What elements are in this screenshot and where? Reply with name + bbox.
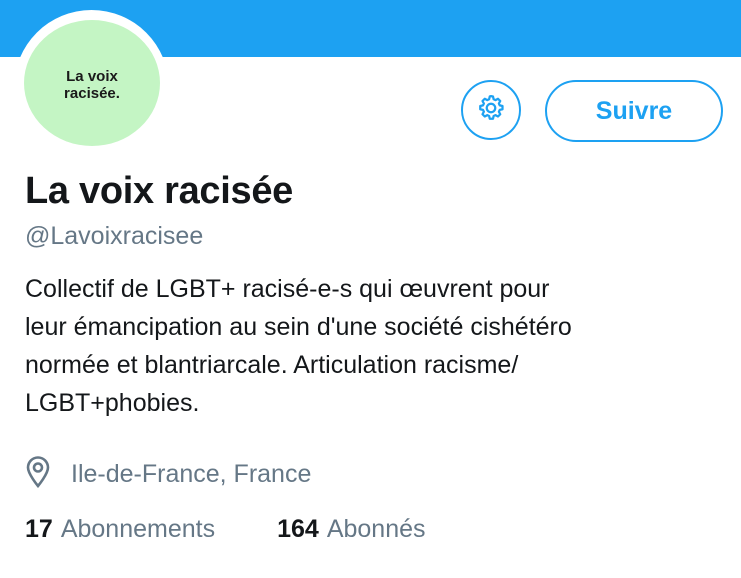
followers-count: 164 bbox=[277, 515, 319, 543]
following-stat[interactable]: 17 Abonnements bbox=[25, 515, 215, 544]
following-count: 17 bbox=[25, 515, 53, 543]
profile-page: La voix racisée. Suivre La voix racisée … bbox=[0, 0, 741, 578]
profile-bio: Collectif de LGBT+ racisé-e-s qui œuvren… bbox=[25, 275, 572, 417]
location-text: Ile-de-France, France bbox=[71, 459, 312, 488]
followers-stat[interactable]: 164 Abonnés bbox=[277, 515, 425, 544]
followers-label: Abonnés bbox=[326, 515, 426, 543]
avatar[interactable]: La voix racisée. bbox=[24, 20, 160, 146]
settings-button[interactable] bbox=[461, 80, 521, 140]
profile-handle: @Lavoixracisee bbox=[25, 222, 204, 250]
display-name: La voix racisée bbox=[25, 170, 294, 212]
avatar-logo-text: La voix racisée. bbox=[64, 68, 120, 102]
gear-icon bbox=[476, 93, 506, 128]
location-row: Ile-de-France, France bbox=[25, 455, 312, 493]
follow-button[interactable]: Suivre bbox=[545, 80, 723, 142]
following-label: Abonnements bbox=[60, 515, 216, 543]
profile-stats: 17 Abonnements 164 Abonnés bbox=[25, 515, 426, 544]
location-pin-icon bbox=[25, 455, 51, 493]
